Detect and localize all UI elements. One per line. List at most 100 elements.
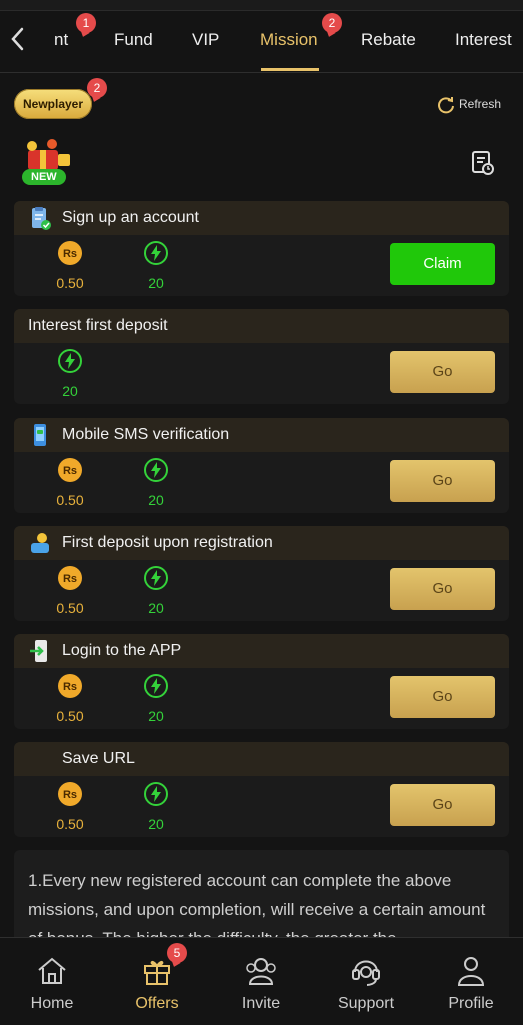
- rupee-coin-icon: Rs: [58, 782, 82, 806]
- support-icon: [352, 960, 380, 986]
- mission-header: Mobile SMS verification: [14, 418, 509, 452]
- rupee-coin-icon: Rs: [58, 674, 82, 698]
- mission-card: Login to the APP Rs 0.50 20 Go: [14, 634, 509, 729]
- tab-fund[interactable]: Fund: [114, 30, 153, 50]
- nav-label: Offers: [135, 995, 179, 1012]
- energy-reward: 20: [136, 782, 176, 832]
- newplayer-button[interactable]: Newplayer: [14, 89, 92, 119]
- mission-title: Interest first deposit: [28, 317, 168, 334]
- rupee-coin-icon: Rs: [58, 566, 82, 590]
- nav-label: Invite: [241, 995, 281, 1012]
- top-strip: [0, 0, 523, 11]
- svg-text:Rs: Rs: [63, 465, 77, 477]
- tab-label: Fund: [114, 30, 153, 49]
- rs-amount: 0.50: [56, 816, 84, 832]
- tab-label: Interest: [455, 30, 512, 49]
- svg-text:Rs: Rs: [63, 681, 77, 693]
- tab-label: nt: [54, 30, 69, 49]
- lightning-icon: [144, 458, 168, 482]
- energy-amount: 20: [148, 492, 164, 508]
- rs-amount: 0.50: [56, 708, 84, 724]
- nav-label: Support: [337, 995, 395, 1012]
- tab-badge: 2: [322, 13, 342, 33]
- refresh-label: Refresh: [459, 97, 502, 112]
- refresh-button[interactable]: Refresh: [436, 95, 501, 115]
- tab-vip[interactable]: VIP: [192, 30, 219, 50]
- nav-support[interactable]: Support: [326, 954, 406, 1013]
- rs-reward: Rs 0.50: [50, 674, 90, 724]
- mission-card: Save URL Rs 0.50 20 Go: [14, 742, 509, 837]
- mission-card: Interest first deposit 20 Go: [14, 309, 509, 404]
- mission-header: Sign up an account: [14, 201, 509, 235]
- lightning-icon: [58, 349, 82, 373]
- rs-amount: 0.50: [56, 275, 84, 291]
- rupee-coin-icon: Rs: [58, 241, 82, 265]
- mission-title: Sign up an account: [62, 209, 199, 226]
- mission-card: Mobile SMS verification Rs 0.50 20 Go: [14, 418, 509, 513]
- rs-reward: Rs 0.50: [50, 566, 90, 616]
- lightning-icon: [144, 674, 168, 698]
- mission-header: Login to the APP: [14, 634, 509, 668]
- mission-header: First deposit upon registration: [14, 526, 509, 560]
- tab-bar: nt 1 Fund VIP Mission 2 Rebate Interest: [0, 11, 523, 73]
- claim-button[interactable]: Claim: [390, 243, 495, 285]
- lightning-icon: [144, 566, 168, 590]
- nav-invite[interactable]: Invite: [221, 954, 301, 1013]
- rs-amount: 0.50: [56, 600, 84, 616]
- energy-amount: 20: [148, 816, 164, 832]
- energy-amount: 20: [148, 600, 164, 616]
- energy-amount: 20: [148, 708, 164, 724]
- bottom-nav: Home Offers 5 Invite Support Profile: [0, 937, 523, 1025]
- tab-label: VIP: [192, 30, 220, 49]
- phone-sms-icon: [34, 424, 46, 446]
- tab-label: Mission: [260, 30, 318, 49]
- go-button[interactable]: Go: [390, 676, 495, 718]
- energy-amount: 20: [62, 383, 78, 399]
- offers-badge: 5: [167, 943, 187, 963]
- energy-reward: 20: [136, 458, 176, 508]
- tab-badge: 1: [76, 13, 96, 33]
- mission-title: Mobile SMS verification: [62, 426, 230, 443]
- tab-mission[interactable]: Mission: [260, 30, 318, 50]
- energy-reward: 20: [136, 674, 176, 724]
- mission-card: Sign up an account Rs 0.50 20 Claim: [14, 201, 509, 296]
- svg-text:Rs: Rs: [63, 573, 77, 585]
- clipboard-check-icon: [32, 207, 51, 230]
- rupee-coin-icon: Rs: [58, 458, 82, 482]
- nav-label: Home: [30, 995, 74, 1012]
- rs-amount: 0.50: [56, 492, 84, 508]
- nav-label: Profile: [448, 995, 494, 1012]
- nav-profile[interactable]: Profile: [431, 954, 511, 1013]
- svg-text:Rs: Rs: [63, 248, 77, 260]
- profile-icon: [457, 957, 485, 986]
- record-icon[interactable]: [471, 150, 495, 181]
- go-button[interactable]: Go: [390, 460, 495, 502]
- save-url-icon: [28, 747, 52, 771]
- mission-card: First deposit upon registration Rs 0.50 …: [14, 526, 509, 621]
- go-button[interactable]: Go: [390, 351, 495, 393]
- nav-home[interactable]: Home: [12, 954, 92, 1013]
- lightning-icon: [144, 782, 168, 806]
- go-button[interactable]: Go: [390, 784, 495, 826]
- invite-icon: [246, 958, 276, 985]
- new-gift-icon: NEW: [18, 138, 74, 188]
- nav-offers[interactable]: Offers: [117, 954, 197, 1013]
- newplayer-badge: 2: [87, 78, 107, 98]
- refresh-icon: [438, 97, 454, 114]
- tab-rebate[interactable]: Rebate: [361, 30, 416, 50]
- go-button[interactable]: Go: [390, 568, 495, 610]
- lightning-icon: [144, 241, 168, 265]
- tab-interest[interactable]: Interest: [455, 30, 512, 50]
- rs-reward: Rs 0.50: [50, 458, 90, 508]
- tab-label: Rebate: [361, 30, 416, 49]
- home-icon: [38, 957, 66, 984]
- energy-reward: 20: [136, 566, 176, 616]
- energy-reward: 20: [50, 349, 90, 399]
- tab-event[interactable]: nt: [54, 30, 68, 50]
- person-deposit-icon: [31, 533, 49, 553]
- active-tab-indicator: [261, 68, 319, 71]
- back-chevron-icon[interactable]: [10, 27, 36, 57]
- mission-header: Save URL: [14, 742, 509, 776]
- mission-title: Login to the APP: [62, 642, 182, 659]
- energy-amount: 20: [148, 275, 164, 291]
